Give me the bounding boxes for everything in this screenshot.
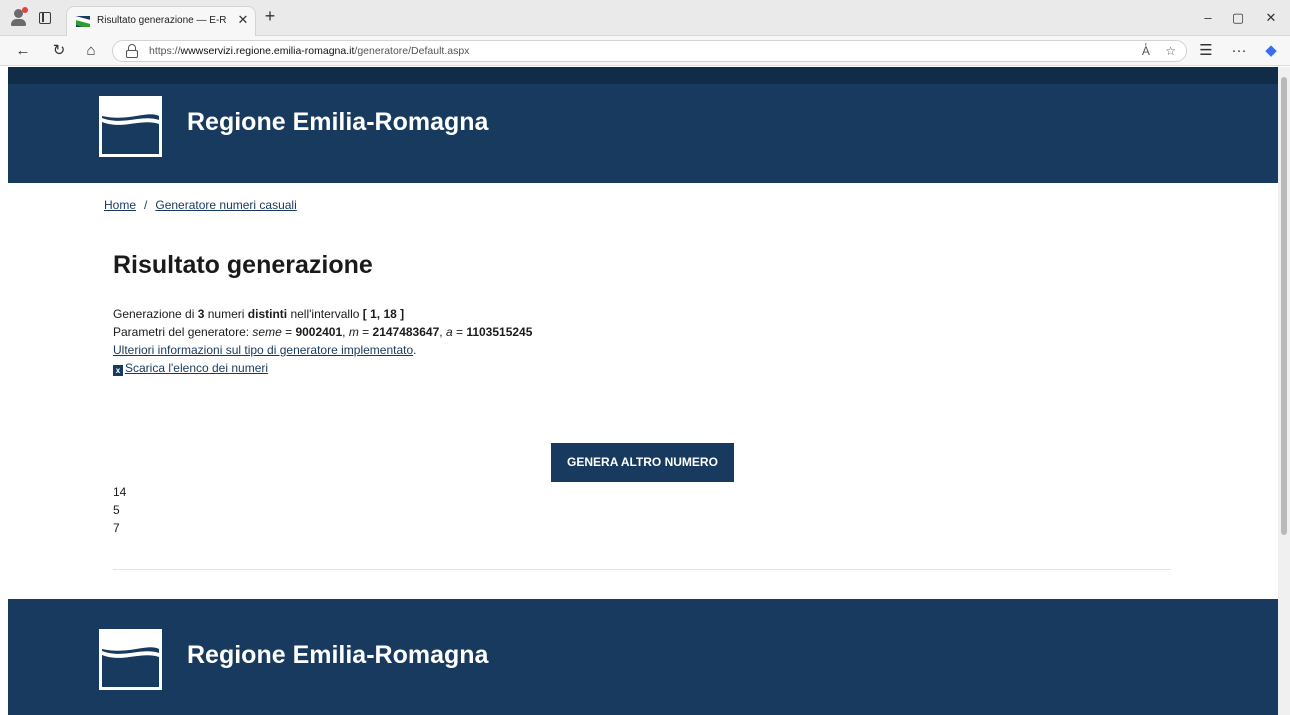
breadcrumb-home-link[interactable]: Home (104, 198, 136, 212)
new-tab-button[interactable]: + (262, 7, 278, 25)
footer-region-logo[interactable] (99, 629, 162, 690)
divider (113, 569, 1171, 570)
site-header: Regione Emilia-Romagna (8, 84, 1278, 183)
generator-info-link[interactable]: Ulteriori informazioni sul tipo di gener… (113, 343, 413, 357)
download-numbers-link[interactable]: Scarica l'elenco dei numeri (125, 361, 268, 375)
generated-numbers-list: 14 5 7 (113, 483, 126, 537)
url-text[interactable]: https://wwwservizi.regione.emilia-romagn… (149, 45, 469, 57)
more-menu-icon[interactable]: ··· (1230, 42, 1248, 60)
url-actions: A̔ ☆ (1142, 44, 1176, 58)
tab-actions-icon[interactable] (39, 12, 51, 24)
address-bar[interactable]: https://wwwservizi.regione.emilia-romagn… (112, 40, 1187, 62)
favorite-star-icon[interactable]: ☆ (1165, 44, 1176, 58)
back-button[interactable]: ← (14, 42, 32, 60)
excel-icon[interactable]: x (113, 365, 123, 376)
site-footer: Regione Emilia-Romagna (8, 599, 1278, 715)
footer-site-title[interactable]: Regione Emilia-Romagna (187, 641, 488, 670)
list-item: 14 (113, 485, 127, 499)
web-page: Regione Emilia-Romagna Home / Generatore n… (8, 67, 1278, 715)
generation-info: Generazione di 3 numeri distinti nell'in… (113, 307, 533, 376)
close-window-button[interactable]: ✕ (1261, 8, 1281, 28)
site-title[interactable]: Regione Emilia-Romagna (187, 108, 488, 137)
favicon-icon (76, 16, 90, 27)
browser-tab-active[interactable]: Risultato generazione — E-R Il po ✕ (66, 6, 256, 36)
maximize-button[interactable]: ▢ (1228, 8, 1248, 28)
lock-icon[interactable] (125, 44, 139, 58)
copilot-icon[interactable]: ◆ (1262, 42, 1280, 60)
page-title: Risultato generazione (113, 251, 373, 279)
browser-toolbar: ← ↻ ⌂ https://wwwservizi.regione.emilia-… (0, 36, 1290, 66)
breadcrumb-current-link[interactable]: Generatore numeri casuali (155, 198, 296, 212)
tab-title: Risultato generazione — E-R Il po (97, 15, 229, 26)
breadcrumb-separator: / (144, 198, 148, 212)
region-logo[interactable] (99, 96, 162, 157)
top-strip (8, 67, 1278, 84)
breadcrumb: Home / Generatore numeri casuali (104, 198, 297, 212)
minimize-button[interactable]: – (1198, 8, 1218, 28)
list-item: 7 (113, 521, 120, 535)
collections-icon[interactable]: ☰ (1197, 42, 1215, 60)
list-item: 5 (113, 503, 120, 517)
profile-icon[interactable] (10, 7, 28, 27)
browser-titlebar: Risultato generazione — E-R Il po ✕ + – … (0, 0, 1290, 36)
generator-parameters: Parametri del generatore: seme = 9002401… (113, 325, 533, 339)
read-aloud-icon[interactable]: A̔ (1142, 44, 1150, 58)
home-button[interactable]: ⌂ (82, 42, 100, 60)
generation-summary: Generazione di 3 numeri distinti nell'in… (113, 307, 405, 321)
generate-another-button[interactable]: GENERA ALTRO NUMERO (551, 443, 734, 482)
page-scrollbar[interactable] (1278, 67, 1290, 715)
tab-close-icon[interactable]: ✕ (235, 12, 251, 28)
refresh-button[interactable]: ↻ (50, 42, 68, 60)
scrollbar-thumb[interactable] (1281, 77, 1287, 535)
